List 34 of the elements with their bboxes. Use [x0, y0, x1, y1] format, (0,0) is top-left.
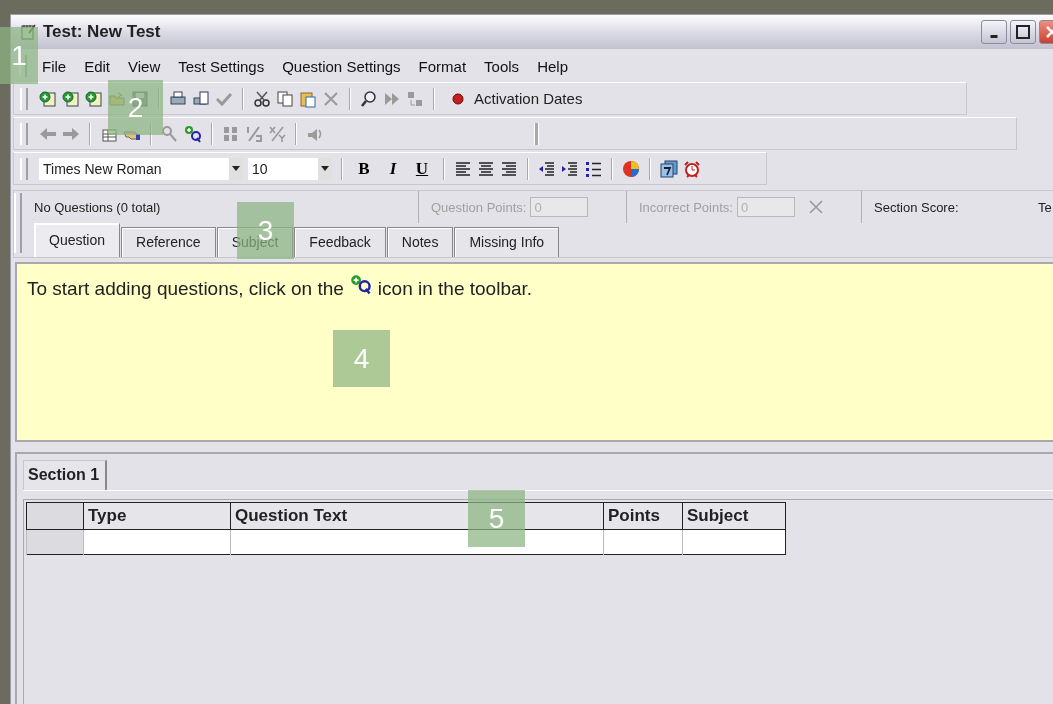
- tab[interactable]: Feedback: [294, 227, 386, 257]
- tab[interactable]: Reference: [121, 227, 216, 257]
- activation-dates-button[interactable]: Activation Dates: [444, 88, 591, 109]
- instruction-text: icon in the toolbar.: [377, 278, 533, 300]
- menu-item[interactable]: View: [119, 55, 170, 77]
- window-title: Test: New Test: [43, 22, 161, 42]
- tab[interactable]: Question: [34, 223, 121, 257]
- column-header[interactable]: Points: [603, 502, 683, 530]
- column-label: Te: [1038, 199, 1052, 215]
- column-header[interactable]: Subject: [682, 502, 786, 530]
- bold-button[interactable]: B: [352, 156, 376, 181]
- menu-item[interactable]: Help: [528, 55, 577, 77]
- tab[interactable]: Notes: [386, 227, 454, 257]
- menu-item[interactable]: Question Settings: [273, 55, 410, 77]
- instruction-text: To start adding questions, click on the: [27, 278, 344, 300]
- step-callout-tooltip: 1: [0, 27, 38, 84]
- column-header[interactable]: Type: [83, 502, 231, 530]
- section-score-label: Section Score:: [874, 199, 959, 215]
- font-dropdown[interactable]: Times New Roman: [39, 157, 243, 180]
- section-tab[interactable]: Section 1: [23, 460, 108, 490]
- incorrect-points-label: Incorrect Points:: [639, 199, 733, 215]
- font-size-dropdown[interactable]: 10: [248, 157, 332, 180]
- step-callout-tooltip: 5: [468, 490, 525, 547]
- menu-item[interactable]: Test Settings: [169, 55, 274, 77]
- step-callout-tooltip: 2: [108, 80, 163, 135]
- menu-item[interactable]: Tools: [475, 55, 529, 77]
- question-points-label: Question Points:: [431, 199, 527, 215]
- question-count: No Questions (0 total): [34, 199, 161, 215]
- menu-item[interactable]: Edit: [75, 55, 120, 77]
- underline-button[interactable]: U: [410, 156, 434, 181]
- menu-item[interactable]: Format: [409, 55, 476, 77]
- step-callout-tooltip: 4: [333, 330, 390, 387]
- italic-button[interactable]: I: [381, 156, 405, 181]
- tab[interactable]: Missing Info: [454, 227, 560, 257]
